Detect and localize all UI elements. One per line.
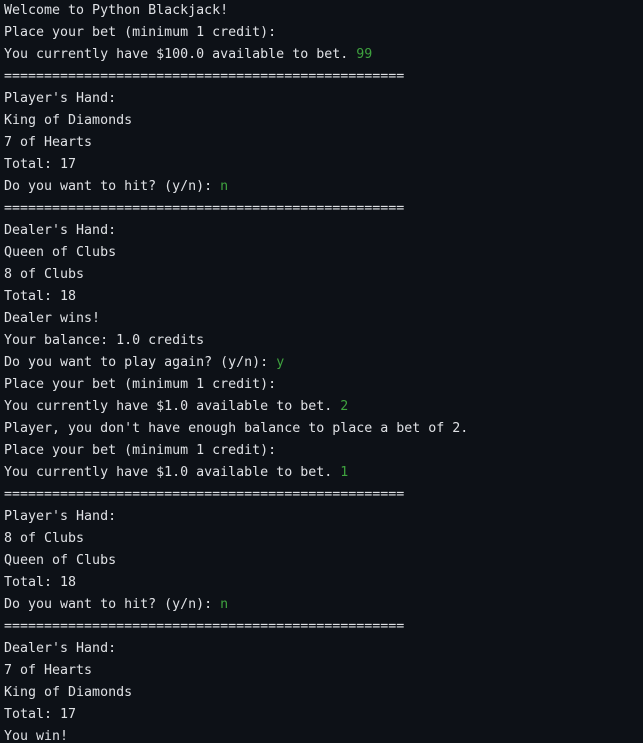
output-text: ========================================… — [4, 69, 405, 84]
output-text: Player's Hand: — [4, 91, 117, 106]
output-text: 7 of Hearts — [4, 135, 93, 150]
output-text: You currently have $1.0 available to bet… — [4, 465, 341, 480]
terminal-line: Player, you don't have enough balance to… — [4, 418, 643, 440]
output-text: Queen of Clubs — [4, 245, 117, 260]
user-input: n — [220, 179, 229, 194]
output-text: Total: 18 — [4, 575, 77, 590]
output-text: Place your bet (minimum 1 credit): — [4, 25, 277, 40]
output-text: Dealer's Hand: — [4, 223, 117, 238]
output-text: Queen of Clubs — [4, 553, 117, 568]
output-text: King of Diamonds — [4, 685, 133, 700]
terminal-output[interactable]: Welcome to Python Blackjack! Place your b… — [0, 0, 643, 743]
terminal-line: Place your bet (minimum 1 credit): — [4, 22, 643, 44]
output-text: Player, you don't have enough balance to… — [4, 421, 469, 436]
terminal-line: ========================================… — [4, 484, 643, 506]
output-text: Dealer's Hand: — [4, 641, 117, 656]
terminal-line: Dealer wins! — [4, 308, 643, 330]
terminal-line: Do you want to hit? (y/n): n — [4, 176, 643, 198]
terminal-line: King of Diamonds — [4, 682, 643, 704]
terminal-line: King of Diamonds — [4, 110, 643, 132]
output-text: ========================================… — [4, 487, 405, 502]
user-input: 2 — [340, 399, 349, 414]
terminal-line: Welcome to Python Blackjack! — [4, 0, 643, 22]
terminal-line: Total: 18 — [4, 572, 643, 594]
terminal-line: You currently have $1.0 available to bet… — [4, 396, 643, 418]
terminal-line: Place your bet (minimum 1 credit): — [4, 440, 643, 462]
terminal-line: Total: 18 — [4, 286, 643, 308]
output-text: You currently have $100.0 available to b… — [4, 47, 357, 62]
output-text: Your balance: 1.0 credits — [4, 333, 205, 348]
user-input: 1 — [340, 465, 349, 480]
terminal-line: 8 of Clubs — [4, 528, 643, 550]
output-text: 8 of Clubs — [4, 531, 85, 546]
terminal-line: You currently have $1.0 available to bet… — [4, 462, 643, 484]
terminal-line: ========================================… — [4, 616, 643, 638]
terminal-line: ========================================… — [4, 66, 643, 88]
terminal-line: 7 of Hearts — [4, 660, 643, 682]
terminal-line: ========================================… — [4, 198, 643, 220]
output-text: Do you want to hit? (y/n): — [4, 597, 221, 612]
terminal-line: Do you want to play again? (y/n): y — [4, 352, 643, 374]
terminal-line: You win! — [4, 726, 643, 743]
terminal-line: Player's Hand: — [4, 506, 643, 528]
output-text: Total: 17 — [4, 707, 77, 722]
output-text: 8 of Clubs — [4, 267, 85, 282]
output-text: ========================================… — [4, 619, 405, 634]
output-text: Dealer wins! — [4, 311, 101, 326]
output-text: Total: 18 — [4, 289, 77, 304]
output-text: You win! — [4, 729, 69, 743]
output-text: Place your bet (minimum 1 credit): — [4, 377, 277, 392]
terminal-line: Do you want to hit? (y/n): n — [4, 594, 643, 616]
output-text: Total: 17 — [4, 157, 77, 172]
output-text: Welcome to Python Blackjack! — [4, 3, 229, 18]
terminal-line: Dealer's Hand: — [4, 220, 643, 242]
output-text: 7 of Hearts — [4, 663, 93, 678]
terminal-line: Queen of Clubs — [4, 242, 643, 264]
terminal-line: Place your bet (minimum 1 credit): — [4, 374, 643, 396]
terminal-line: You currently have $100.0 available to b… — [4, 44, 643, 66]
user-input: 99 — [356, 47, 373, 62]
output-text: Do you want to play again? (y/n): — [4, 355, 277, 370]
terminal-line: 8 of Clubs — [4, 264, 643, 286]
user-input: y — [276, 355, 285, 370]
output-text: You currently have $1.0 available to bet… — [4, 399, 341, 414]
terminal-line: Total: 17 — [4, 704, 643, 726]
terminal-line: Player's Hand: — [4, 88, 643, 110]
output-text: King of Diamonds — [4, 113, 133, 128]
terminal-line: Your balance: 1.0 credits — [4, 330, 643, 352]
output-text: ========================================… — [4, 201, 405, 216]
output-text: Do you want to hit? (y/n): — [4, 179, 221, 194]
terminal-line: 7 of Hearts — [4, 132, 643, 154]
output-text: Player's Hand: — [4, 509, 117, 524]
terminal-line: Dealer's Hand: — [4, 638, 643, 660]
output-text: Place your bet (minimum 1 credit): — [4, 443, 277, 458]
terminal-line: Total: 17 — [4, 154, 643, 176]
user-input: n — [220, 597, 229, 612]
terminal-line: Queen of Clubs — [4, 550, 643, 572]
